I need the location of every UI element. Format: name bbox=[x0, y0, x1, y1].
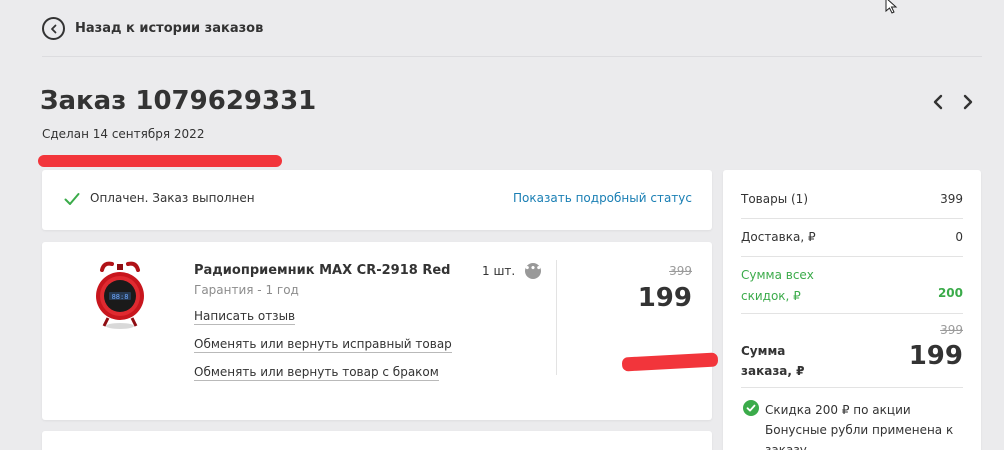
order-status-card: Оплачен. Заказ выполнен Показать подробн… bbox=[42, 170, 712, 230]
bonus-discount-note: Скидка 200 ₽ по акции Бонусные рубли при… bbox=[765, 403, 954, 450]
order-item-card: 88:8 Радиоприемник MAX CR-2918 Red Гаран… bbox=[42, 242, 712, 420]
back-to-orders-link[interactable]: Назад к истории заказов bbox=[42, 17, 263, 40]
summary-divider bbox=[741, 387, 963, 388]
item-quantity: 1 шт. bbox=[482, 264, 516, 278]
red-underline-annotation bbox=[38, 155, 282, 167]
page-title: Заказ 1079629331 bbox=[40, 86, 317, 116]
back-link-label: Назад к истории заказов bbox=[75, 21, 264, 36]
product-name-link[interactable]: Радиоприемник MAX CR-2918 Red bbox=[194, 263, 450, 278]
item-old-price: 399 bbox=[669, 264, 692, 278]
check-circle-icon bbox=[743, 400, 759, 416]
svg-text:88:8: 88:8 bbox=[112, 293, 129, 301]
ellipsis-icon: ••• bbox=[524, 263, 542, 274]
summary-delivery-label: Доставка, ₽ bbox=[741, 230, 816, 244]
summary-discounts-value: 200 bbox=[937, 286, 963, 300]
summary-total-label: Сумма заказа, ₽ bbox=[741, 344, 805, 378]
summary-delivery-row: Доставка, ₽ 0 bbox=[741, 230, 963, 244]
product-image[interactable]: 88:8 bbox=[92, 260, 148, 332]
status-text: Оплачен. Заказ выполнен bbox=[90, 191, 255, 205]
summary-delivery-value: 0 bbox=[955, 230, 963, 244]
next-item-card bbox=[42, 431, 712, 450]
item-divider bbox=[556, 260, 557, 375]
order-navigation bbox=[930, 90, 976, 114]
header-divider bbox=[42, 56, 982, 57]
order-date: Сделан 14 сентября 2022 bbox=[42, 127, 205, 141]
chevron-right-icon[interactable] bbox=[960, 90, 976, 114]
summary-divider bbox=[741, 256, 963, 257]
mouse-pointer-icon bbox=[885, 0, 898, 14]
summary-divider bbox=[741, 313, 963, 314]
arrow-left-circle-icon bbox=[42, 17, 65, 40]
show-detailed-status-link[interactable]: Показать подробный статус bbox=[513, 191, 692, 205]
summary-discounts-label: Сумма всех скидок, ₽ bbox=[741, 268, 814, 303]
item-price: 199 bbox=[637, 283, 692, 313]
summary-total-value: 199 bbox=[908, 341, 963, 371]
summary-goods-label: Товары (1) bbox=[741, 192, 809, 206]
product-warranty: Гарантия - 1 год bbox=[194, 283, 299, 297]
summary-divider bbox=[741, 218, 963, 219]
summary-goods-row: Товары (1) 399 bbox=[741, 192, 963, 206]
checkmark-icon bbox=[64, 193, 80, 205]
return-working-item-link[interactable]: Обменять или вернуть исправный товар bbox=[194, 337, 452, 353]
order-summary-card: Товары (1) 399 Доставка, ₽ 0 Сумма всех … bbox=[723, 170, 981, 450]
summary-goods-value: 399 bbox=[940, 192, 963, 206]
write-review-link[interactable]: Написать отзыв bbox=[194, 309, 296, 325]
return-defective-item-link[interactable]: Обменять или вернуть товар с браком bbox=[194, 365, 439, 381]
more-options-button[interactable]: ••• bbox=[524, 263, 542, 279]
summary-old-total: 399 bbox=[940, 323, 963, 337]
chevron-left-icon[interactable] bbox=[930, 90, 946, 114]
